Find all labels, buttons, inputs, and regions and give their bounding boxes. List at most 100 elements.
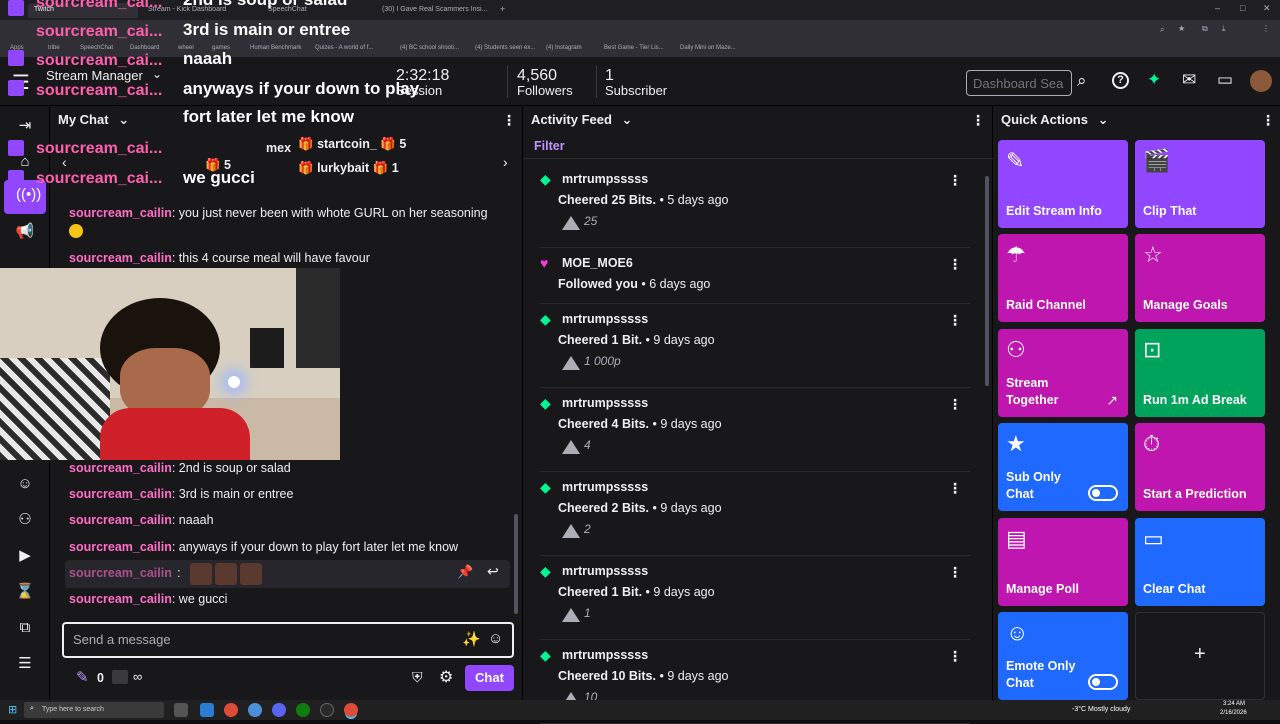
chat-send-button[interactable]: Chat	[465, 665, 514, 691]
bookmark[interactable]: SpeechChat	[80, 45, 113, 51]
clock-date[interactable]: 2/16/2026	[1220, 710, 1247, 716]
bookmark[interactable]: Apps	[10, 45, 24, 51]
bookmark[interactable]: (4) BC school shooti...	[400, 45, 459, 51]
inbox-icon[interactable]: ✉	[1182, 70, 1196, 90]
reply-icon[interactable]: ↩	[487, 563, 499, 580]
activity-item[interactable]: ◆ mrtrumpsssss Cheered 25 Bits. • 5 days a…	[540, 164, 970, 248]
quick-action-3[interactable]: ☆ Manage Goals	[1135, 234, 1265, 322]
activity-item[interactable]: ◆ mrtrumpsssss Cheered 1 Bit. • 9 days ago…	[540, 304, 970, 388]
tab-youtube[interactable]: (30) I Gave Real Scammers Insi...	[376, 3, 496, 18]
chat-username[interactable]: sourcream_cailin	[69, 487, 172, 501]
tab-kick-dashboard[interactable]: Stream - Kick Dashboard	[142, 3, 260, 18]
activity-username[interactable]: mrtrumpsssss	[562, 312, 648, 326]
quick-action-7[interactable]: ⏱ Start a Prediction	[1135, 423, 1265, 511]
chevron-down-icon[interactable]: ⌄	[118, 112, 129, 127]
toggle-switch[interactable]	[1088, 485, 1118, 501]
activity-item[interactable]: ◆ mrtrumpsssss Cheered 1 Bit. • 9 days ago…	[540, 556, 970, 640]
quick-action-0[interactable]: ✎ Edit Stream Info	[998, 140, 1128, 228]
bookmark[interactable]: games	[212, 45, 230, 51]
activity-item[interactable]: ♥ MOE_MOE6 Followed you • 6 days ago ⋮	[540, 248, 970, 304]
download-icon[interactable]: ⤓	[1222, 24, 1226, 34]
quick-action-10[interactable]: ☺ Emote Only Chat	[998, 612, 1128, 700]
activity-username[interactable]: mrtrumpsssss	[562, 480, 648, 494]
chat-username[interactable]: sourcream_cailin	[69, 566, 172, 580]
obs-icon[interactable]	[320, 703, 334, 717]
menu-icon[interactable]: ⋮	[1262, 24, 1270, 33]
toggle-switch[interactable]	[1088, 674, 1118, 690]
chat-username[interactable]: sourcream_cailin	[69, 206, 172, 220]
chat-username[interactable]: sourcream_cailin	[69, 513, 172, 527]
activity-username[interactable]: MOE_MOE6	[562, 256, 633, 270]
bookmark[interactable]: (4) Instagram	[546, 45, 582, 51]
pin-icon[interactable]: 📌	[457, 564, 473, 580]
chat-scrollbar[interactable]	[514, 514, 518, 614]
chrome-icon[interactable]	[224, 703, 238, 717]
quick-action-1[interactable]: 🎬 Clip That	[1135, 140, 1265, 228]
zoom-icon[interactable]: ⌕	[1160, 25, 1164, 35]
activity-item[interactable]: ◆ mrtrumpsssss Cheered 4 Bits. • 9 days ag…	[540, 388, 970, 472]
chevron-right-icon[interactable]: ›	[503, 154, 508, 170]
community-icon[interactable]: ⚇	[15, 510, 35, 530]
crown-icon[interactable]: ✦	[1147, 70, 1161, 90]
hamburger-menu-icon[interactable]: ☰	[12, 70, 30, 95]
taskbar-search[interactable]: ⌕ Type here to search	[24, 702, 164, 718]
celebrate-icon[interactable]: ✨	[462, 630, 481, 648]
bookmark[interactable]: tribe	[48, 45, 60, 51]
filter-button[interactable]: Filter	[534, 139, 565, 153]
edge-icon[interactable]	[200, 703, 214, 717]
content-icon[interactable]: ▶	[15, 546, 35, 566]
quick-actions-title[interactable]: Quick Actions	[1001, 112, 1088, 127]
star-icon[interactable]: ★	[1178, 24, 1185, 33]
monetization-icon[interactable]: ⌛	[15, 582, 35, 602]
avatar[interactable]	[1250, 70, 1272, 92]
bookmark[interactable]: Daily Mini on Maze...	[680, 45, 736, 51]
activity-username[interactable]: mrtrumpsssss	[562, 172, 648, 186]
bookmark[interactable]: Quizes - A world of f...	[315, 45, 373, 51]
extensions-icon[interactable]: ⧉	[1202, 24, 1208, 34]
activity-more-icon[interactable]: ⋮	[948, 564, 962, 581]
activity-more-icon[interactable]: ⋮	[948, 172, 962, 189]
quick-action-11[interactable]: +	[1135, 612, 1265, 700]
quick-action-9[interactable]: ▭ Clear Chat	[1135, 518, 1265, 606]
minimize-icon[interactable]: –	[1215, 3, 1220, 13]
channel-points-icon[interactable]: ✎	[76, 668, 89, 686]
activity-more-icon[interactable]: ⋮	[948, 312, 962, 329]
whispers-icon[interactable]: ▭	[1217, 70, 1233, 90]
activity-more-icon[interactable]: ⋮	[948, 648, 962, 665]
dashboard-search-input[interactable]	[966, 70, 1072, 96]
chrome-active-icon[interactable]	[344, 703, 358, 717]
bookmark[interactable]: Dashboard	[130, 45, 159, 51]
activity-more-icon[interactable]: ⋮	[948, 396, 962, 413]
new-tab-button[interactable]: +	[500, 4, 505, 14]
chat-message-hovered[interactable]: sourcream_cailin : 📌 ↩	[65, 560, 510, 588]
quick-action-4[interactable]: ⚇ Stream Together ↗	[998, 329, 1128, 417]
chat-header-title[interactable]: My Chat	[58, 112, 109, 127]
chat-username[interactable]: sourcream_cailin	[69, 592, 172, 606]
bookmark[interactable]: (4) Students seen ex...	[475, 45, 535, 51]
chevron-down-icon[interactable]: ⌄	[152, 67, 162, 81]
tab-twitch[interactable]: Twitch	[28, 3, 138, 18]
activity-more-icon[interactable]: ⋮	[948, 480, 962, 497]
clock-time[interactable]: 3:24 AM	[1223, 701, 1245, 707]
quick-action-5[interactable]: ⊡ Run 1m Ad Break	[1135, 329, 1265, 417]
close-icon[interactable]: ✕	[1263, 3, 1271, 14]
chevron-left-icon[interactable]: ‹	[62, 154, 67, 170]
help-icon[interactable]: ?	[1112, 72, 1129, 89]
browser-icon[interactable]	[248, 703, 262, 717]
bookmark[interactable]: Best Game - Tier Lis...	[604, 45, 664, 51]
quick-action-2[interactable]: ☂ Raid Channel	[998, 234, 1128, 322]
chat-username[interactable]: sourcream_cailin	[69, 251, 172, 265]
mod-shield-icon[interactable]: ⛨	[412, 669, 423, 686]
activity-username[interactable]: mrtrumpsssss	[562, 648, 648, 662]
activity-username[interactable]: mrtrumpsssss	[562, 564, 648, 578]
xbox-icon[interactable]	[296, 703, 310, 717]
megaphone-icon[interactable]: 📢	[15, 222, 35, 242]
chevron-down-icon[interactable]: ⌄	[1098, 112, 1109, 127]
search-icon[interactable]: ⌕	[1077, 71, 1087, 91]
learn-icon[interactable]: ☰	[15, 654, 35, 674]
expand-rail-icon[interactable]: ⇥	[15, 116, 35, 136]
activity-username[interactable]: mrtrumpsssss	[562, 396, 648, 410]
chat-username[interactable]: sourcream_cailin	[69, 540, 172, 554]
tab-speechchat[interactable]: SpeechChat	[262, 3, 372, 18]
emote-picker-icon[interactable]: ☺	[488, 630, 503, 647]
